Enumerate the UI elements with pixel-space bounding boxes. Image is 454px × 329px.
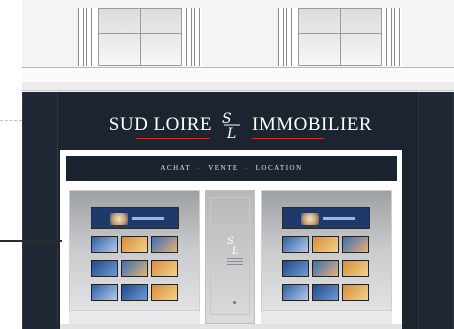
- brand-underline-left: [136, 138, 210, 139]
- listing-photo: [91, 236, 118, 253]
- entrance-door: S L: [205, 190, 255, 324]
- listing-photo: [121, 260, 148, 277]
- listing-photo: [91, 260, 118, 277]
- service-sell: VENTE: [208, 164, 239, 172]
- brand-name-left: SUD LOIRE: [108, 114, 212, 135]
- listing-photo: [282, 236, 309, 253]
- listing-photo: [282, 284, 309, 301]
- listing-photo: [312, 260, 339, 277]
- listing-photo: [91, 284, 118, 301]
- storefront-base: [60, 324, 402, 329]
- pilaster-right: [418, 92, 454, 329]
- service-buy: ACHAT: [160, 164, 192, 172]
- listing-photo: [342, 260, 369, 277]
- listing-photo: [151, 260, 178, 277]
- display-screen-left: [91, 207, 179, 229]
- window-sill-left: [69, 310, 200, 325]
- pilaster-left: [22, 92, 58, 329]
- guide-dashed-line: [0, 120, 22, 121]
- door-handle: [233, 301, 236, 304]
- display-screen-right: [282, 207, 370, 229]
- listing-photo: [121, 284, 148, 301]
- listing-photo: [342, 284, 369, 301]
- svg-text:L: L: [226, 126, 236, 142]
- service-separator: –: [244, 164, 250, 172]
- brand-name-right: IMMOBILIER: [252, 114, 373, 135]
- svg-text:L: L: [231, 246, 239, 256]
- guide-marker-line: [0, 240, 62, 242]
- shop-sign: SUD LOIRE S L IMMOBILIER: [60, 98, 398, 150]
- cornice-lower: [22, 82, 454, 91]
- upper-window-left: [78, 8, 202, 66]
- door-logo-icon: S L: [225, 234, 245, 260]
- sl-monogram-logo-icon: S L: [219, 108, 245, 142]
- upper-window-right: [278, 8, 402, 66]
- listing-photo: [312, 236, 339, 253]
- listing-photo: [312, 284, 339, 301]
- service-rent: LOCATION: [255, 164, 303, 172]
- service-separator: –: [197, 164, 203, 172]
- listing-photo: [121, 236, 148, 253]
- listing-photo: [342, 236, 369, 253]
- listing-photo: [151, 236, 178, 253]
- brand-underline-right: [252, 138, 324, 139]
- listing-photo: [151, 284, 178, 301]
- window-sill-right: [261, 310, 392, 325]
- listing-photo: [282, 260, 309, 277]
- door-decal-lines: [227, 258, 243, 267]
- services-band: ACHAT – VENTE – LOCATION: [66, 156, 397, 181]
